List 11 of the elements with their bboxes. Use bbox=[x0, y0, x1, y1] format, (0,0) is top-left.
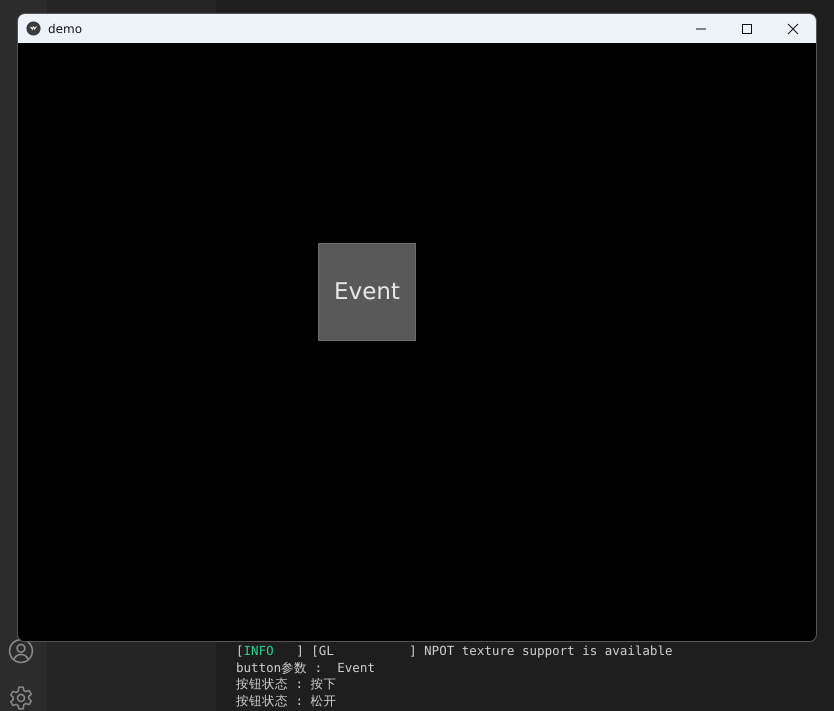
output-line: 按钮状态 : 松开 bbox=[236, 692, 337, 709]
output-line: 按钮状态 : 按下 bbox=[236, 676, 337, 692]
app-icon bbox=[26, 21, 41, 36]
output-line: button参数 : Event bbox=[236, 660, 375, 676]
close-icon bbox=[787, 22, 799, 34]
settings-icon[interactable] bbox=[8, 685, 34, 711]
window-title: demo bbox=[48, 22, 82, 36]
account-icon[interactable] bbox=[8, 638, 34, 664]
log-line: [INFO ] [GL ] NPOT texture support is available bbox=[236, 643, 672, 660]
event-button[interactable]: Event bbox=[318, 243, 416, 341]
maximize-icon bbox=[741, 22, 753, 34]
